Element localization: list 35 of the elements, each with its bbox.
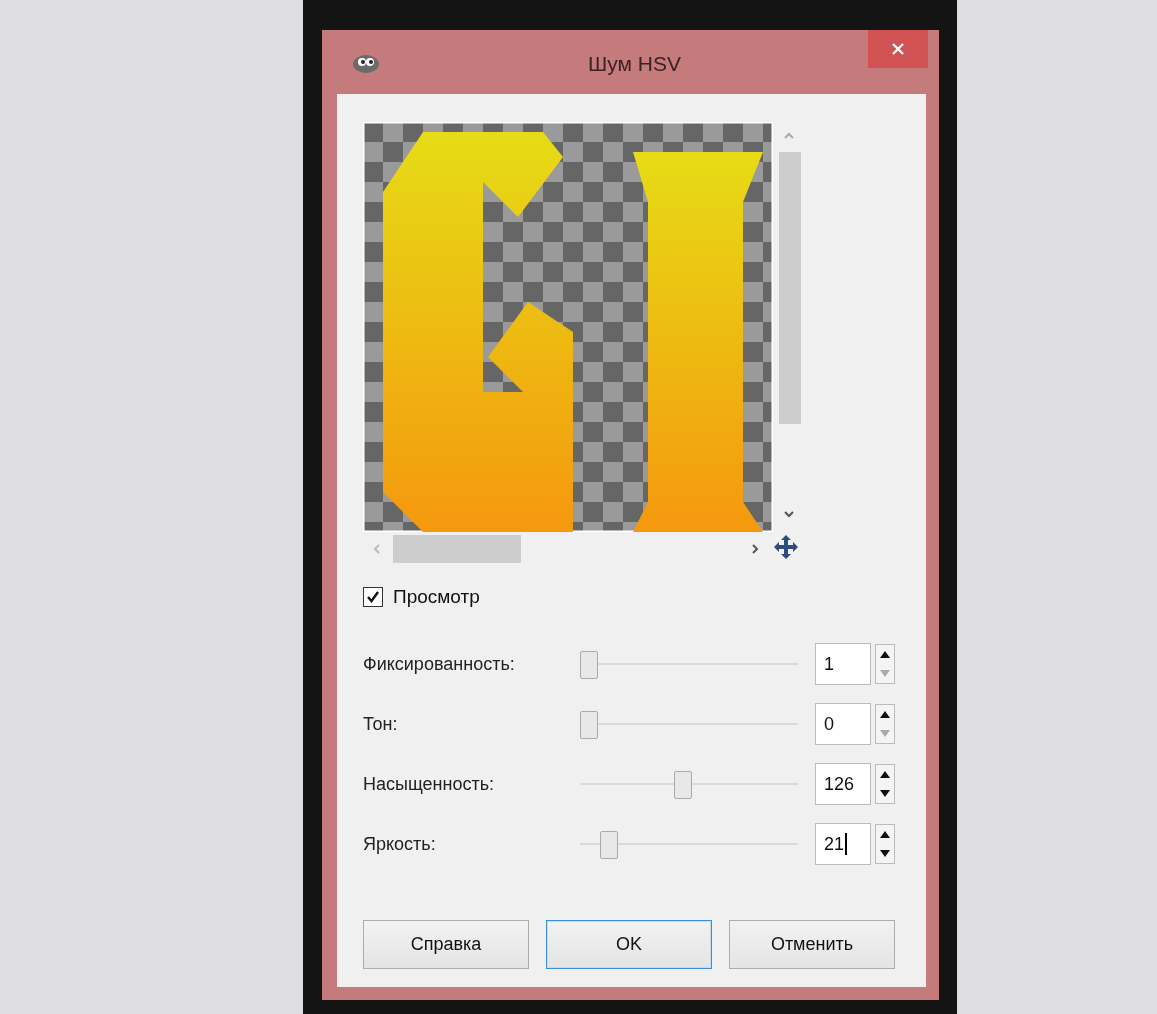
chevron-icon[interactable]: [749, 543, 761, 555]
slider-label: Яркость:: [363, 833, 437, 855]
down-arrow-icon: [880, 670, 890, 677]
down-arrow-icon: [880, 850, 890, 857]
slider-thumb[interactable]: [580, 711, 598, 739]
close-button[interactable]: [868, 30, 928, 68]
preview-checkbox[interactable]: Просмотр: [363, 586, 480, 608]
slider-track[interactable]: [580, 831, 798, 857]
up-arrow-icon: [880, 831, 890, 838]
dialog-button[interactable]: Отменить: [729, 920, 895, 969]
slider-track[interactable]: [580, 651, 798, 677]
window-title: Шум HSV: [587, 52, 682, 76]
slider-track[interactable]: [580, 771, 798, 797]
down-arrow-icon: [880, 730, 890, 737]
number-field[interactable]: 0: [815, 703, 871, 745]
slider-label: Фиксированность:: [363, 653, 516, 675]
slider-track[interactable]: [580, 711, 798, 737]
dialog-button[interactable]: OK: [546, 920, 712, 969]
down-arrow-icon: [880, 790, 890, 797]
dialog-button[interactable]: Справка: [363, 920, 529, 969]
slider-thumb[interactable]: [580, 651, 598, 679]
chevron-icon[interactable]: [783, 508, 795, 520]
slider-label: Тон:: [363, 713, 399, 735]
number-field[interactable]: 126: [815, 763, 871, 805]
up-arrow-icon: [880, 711, 890, 718]
move-icon[interactable]: [773, 534, 799, 560]
close-icon: [891, 42, 905, 56]
slider-thumb[interactable]: [600, 831, 618, 859]
check-icon: [366, 590, 380, 604]
up-arrow-icon: [880, 651, 890, 658]
up-arrow-icon: [880, 771, 890, 778]
number-field[interactable]: 21: [815, 823, 871, 865]
slider-label: Насыщенность:: [363, 773, 496, 795]
number-field[interactable]: 1: [815, 643, 871, 685]
slider-thumb[interactable]: [674, 771, 692, 799]
